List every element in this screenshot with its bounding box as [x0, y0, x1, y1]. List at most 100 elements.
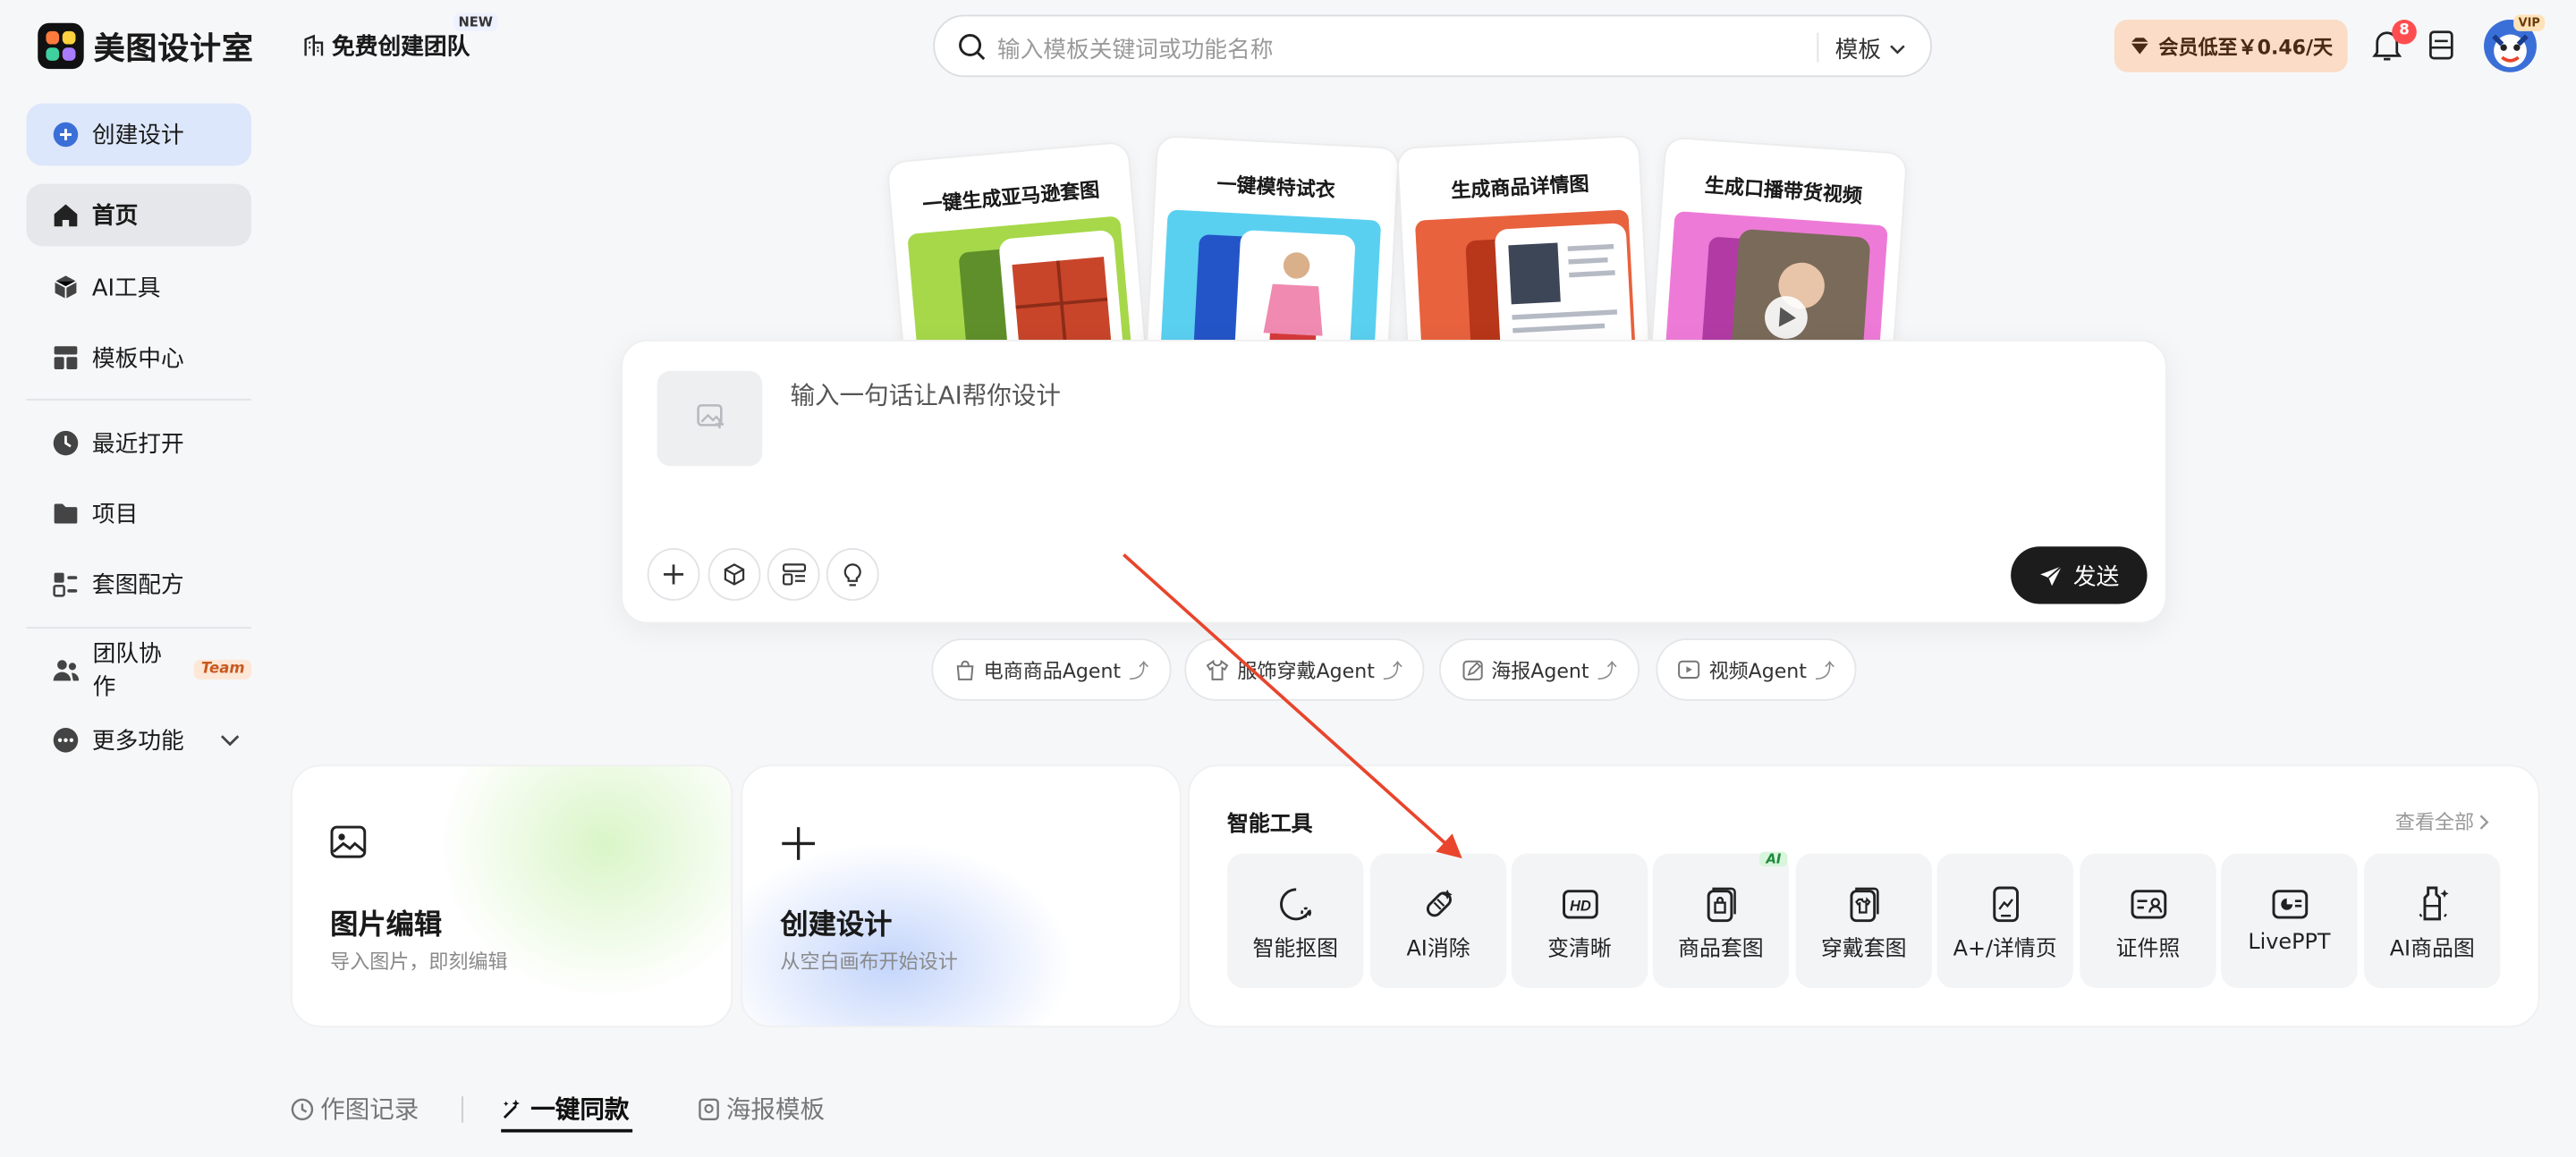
agent-apparel[interactable]: 服饰穿戴Agent ⤴ — [1184, 638, 1425, 701]
tool-smart-cutout[interactable]: 智能抠图 — [1227, 853, 1364, 988]
shirt-set-icon — [1849, 887, 1878, 923]
building-icon — [304, 34, 324, 56]
video-icon — [1678, 660, 1700, 680]
tab-one-click-same[interactable]: 一键同款 — [501, 1092, 629, 1127]
magic-wand-icon — [503, 1098, 520, 1119]
sidebar-item-label: AI工具 — [91, 275, 161, 302]
app-window: 美图设计室 免费创建团队 NEW 输入模板关键词或功能名称 模板 会员低至￥0.… — [0, 0, 2576, 1157]
add-attachment-button[interactable] — [647, 548, 700, 601]
sidebar-item-ai-tools[interactable]: AI工具 — [26, 256, 251, 318]
agent-video[interactable]: 视频Agent ⤴ — [1656, 638, 1857, 701]
send-button[interactable]: 发送 — [2011, 546, 2148, 604]
chevron-down-icon — [220, 735, 240, 747]
tool-ai-eraser[interactable]: AI消除 — [1369, 853, 1507, 988]
bag-set-icon — [1706, 887, 1735, 923]
create-design-button[interactable]: 创建设计 — [26, 103, 252, 166]
tool-product-set[interactable]: 商品套图 — [1652, 853, 1790, 988]
sidebar-item-home[interactable]: 首页 — [26, 183, 252, 247]
cube-icon — [55, 275, 77, 300]
inspiration-button[interactable] — [826, 548, 879, 601]
tool-detail-page[interactable]: A+/详情页 — [1936, 853, 2073, 988]
tool-id-photo[interactable]: 证件照 — [2080, 853, 2216, 988]
view-all-label: 查看全部 — [2394, 810, 2475, 834]
search-scope-select[interactable]: 模板 — [1835, 33, 1906, 66]
sidebar-item-label: 首页 — [91, 203, 139, 230]
tool-label: 证件照 — [2115, 937, 2181, 962]
paper-plane-icon — [2040, 564, 2063, 586]
vip-offer-button[interactable]: 会员低至￥0.46/天 — [2114, 20, 2348, 72]
tool-label: AI消除 — [1406, 937, 1470, 962]
book-icon[interactable] — [2428, 30, 2454, 61]
tool-liveppt[interactable]: LivePPT — [2221, 853, 2358, 988]
layout-icon — [54, 346, 78, 369]
edit-icon — [1462, 659, 1483, 680]
chevron-right-icon — [2479, 814, 2489, 829]
create-design-label: 创建设计 — [91, 122, 184, 150]
plus-icon — [664, 564, 684, 585]
vip-offer-label: 会员低至￥0.46/天 — [2158, 35, 2334, 59]
tool-label: A+/详情页 — [1953, 937, 2057, 962]
tab-divider — [462, 1096, 463, 1123]
search-scope-label: 模板 — [1835, 38, 1882, 64]
ai-chip: AI — [1759, 851, 1788, 867]
chevron-down-icon — [1890, 45, 1905, 55]
card-subtitle: 从空白画布开始设计 — [780, 950, 958, 974]
eraser-icon — [1426, 889, 1452, 917]
agent-label: 视频Agent — [1708, 658, 1807, 682]
model-select-button[interactable] — [708, 548, 761, 601]
home-icon — [54, 204, 78, 227]
external-arrow-icon: ⤴ — [1815, 658, 1835, 682]
tab-history[interactable]: 作图记录 — [291, 1092, 419, 1127]
sidebar-item-recipes[interactable]: 套图配方 — [26, 553, 251, 616]
tool-enhance[interactable]: HD 变清晰 — [1511, 853, 1648, 988]
agent-ecommerce[interactable]: 电商商品Agent ⤴ — [931, 638, 1172, 701]
sidebar-item-recent[interactable]: 最近打开 — [26, 412, 251, 475]
image-edit-card[interactable]: 图片编辑 导入图片，即刻编辑 — [291, 764, 733, 1028]
presentation-icon — [2271, 890, 2308, 919]
agent-poster[interactable]: 海报Agent ⤴ — [1438, 638, 1640, 701]
send-label: 发送 — [2072, 563, 2120, 590]
image-icon — [330, 825, 367, 858]
tool-ai-product-image[interactable]: AI商品图 — [2364, 853, 2501, 988]
folder-icon — [54, 503, 78, 524]
external-arrow-icon: ⤴ — [1383, 658, 1403, 682]
search-input[interactable]: 输入模板关键词或功能名称 — [997, 33, 1274, 66]
tab-poster-templates[interactable]: 海报模板 — [699, 1092, 825, 1127]
hd-icon: HD — [1562, 890, 1597, 919]
app-name[interactable]: 美图设计室 — [94, 25, 254, 70]
hero-card-title: 一键模特试衣 — [1216, 173, 1336, 202]
sidebar-item-label: 团队协作 — [92, 641, 162, 701]
sidebar-item-label: 模板中心 — [91, 346, 184, 373]
external-arrow-icon: ⤴ — [1129, 658, 1149, 682]
svg-text:HD: HD — [1569, 898, 1590, 915]
search-bar[interactable]: 输入模板关键词或功能名称 模板 — [933, 14, 1932, 78]
plus-circle-icon — [53, 122, 79, 148]
card-glow — [423, 766, 732, 1013]
sidebar-divider — [26, 627, 252, 629]
card-title: 创建设计 — [780, 908, 893, 942]
agent-label: 电商商品Agent — [983, 658, 1122, 682]
sidebar-item-projects[interactable]: 项目 — [26, 483, 251, 545]
create-design-card[interactable]: 创建设计 从空白画布开始设计 — [741, 764, 1182, 1028]
logo-icon[interactable] — [38, 22, 84, 70]
clock-icon — [53, 430, 79, 456]
cutout-icon — [1279, 888, 1311, 921]
image-upload-slot[interactable] — [657, 370, 763, 467]
prompt-input[interactable]: 输入一句话让AI帮你设计 — [790, 377, 1060, 412]
cube-icon — [724, 563, 745, 586]
smart-tools-title: 智能工具 — [1227, 812, 1313, 838]
agent-label: 海报Agent — [1491, 658, 1589, 682]
sidebar-item-team[interactable]: 团队协作 Team — [26, 638, 252, 701]
tool-wear-set[interactable]: 穿戴套图 — [1795, 853, 1932, 988]
create-team-button[interactable]: 免费创建团队 — [302, 30, 470, 63]
active-tab-indicator — [501, 1128, 633, 1133]
hero-card-title: 生成口播带货视频 — [1704, 173, 1863, 208]
layout-select-button[interactable] — [767, 548, 820, 601]
sidebar-item-templates[interactable]: 模板中心 — [26, 326, 251, 389]
view-all-link[interactable]: 查看全部 — [2395, 807, 2489, 835]
diamond-icon — [2131, 38, 2149, 55]
sidebar-item-more[interactable]: 更多功能 — [26, 709, 251, 772]
tab-label: 一键同款 — [530, 1094, 630, 1125]
sidebar-divider — [26, 399, 252, 401]
notification-badge: 8 — [2392, 20, 2417, 45]
